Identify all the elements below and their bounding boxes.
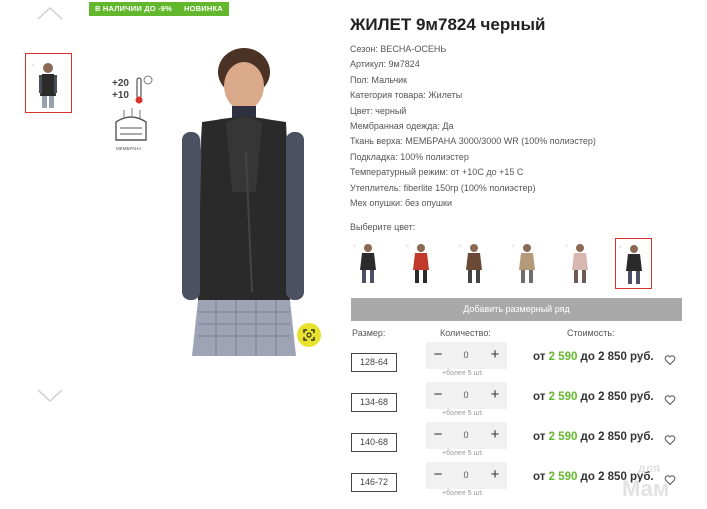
size-label: 134-68 — [351, 393, 397, 412]
svg-text:☼: ☼ — [405, 243, 410, 249]
svg-text:☼: ☼ — [618, 244, 623, 250]
product-property: Ткань верха: МЕМБРАНА 3000/3000 WR (100%… — [350, 136, 596, 147]
minus-icon[interactable]: − — [431, 466, 445, 484]
svg-text:МЕМБРАНА: МЕМБРАНА — [116, 146, 141, 151]
color-swatch-pink-jacket[interactable]: ☼ — [562, 238, 599, 289]
new-badge: НОВИНКА — [178, 2, 229, 16]
price-range: от 2 590 до 2 850 руб. — [533, 431, 654, 443]
product-property: Пол: Мальчик — [350, 74, 408, 85]
product-title: ЖИЛЕТ 9м7824 черный — [350, 15, 546, 34]
svg-text:+20: +20 — [112, 78, 129, 89]
plus-icon[interactable]: + — [488, 346, 502, 364]
product-property: Мембранная одежда: Да — [350, 121, 454, 131]
quantity-stepper[interactable]: −0 + — [426, 422, 507, 449]
product-property: Утеплитель: fiberlite 150гр (100% полиэс… — [350, 182, 536, 193]
temperature-icon: +20 +10 — [112, 75, 153, 104]
product-property: Температурный режим: от +10С до +15 С — [350, 167, 524, 178]
quantity-stepper[interactable]: −0 + — [426, 462, 507, 489]
product-property: Цвет: черный — [350, 105, 407, 116]
favorite-heart-icon[interactable] — [664, 393, 676, 406]
svg-text:для: для — [638, 461, 660, 475]
add-size-row-button[interactable]: Добавить размерный ряд — [351, 298, 682, 321]
gallery-down-arrow-icon[interactable] — [36, 388, 64, 404]
minus-icon[interactable]: − — [431, 386, 445, 404]
watermark-logo: для Мам — [620, 458, 698, 503]
color-swatch-brown-suit[interactable]: ☼ — [456, 238, 493, 289]
size-label: 128-64 — [351, 353, 397, 372]
price-min: 2 590 — [548, 351, 578, 363]
quantity-column-header: Количество: — [440, 328, 491, 338]
product-property: Мех опушки: без опушки — [350, 198, 453, 208]
color-swatch-black-vest-1[interactable]: ☼ — [350, 238, 387, 289]
quantity-value[interactable]: 0 — [456, 426, 476, 444]
color-swatch-black-vest-selected[interactable]: ☼ — [615, 238, 652, 289]
quantity-stepper[interactable]: −0 + — [426, 342, 507, 369]
more-than-5-hint: +более 5 шт. — [442, 370, 484, 377]
product-property: Артикул: 9м7824 — [350, 59, 420, 70]
svg-text:☼: ☼ — [564, 243, 569, 249]
price-column-header: Стоимость: — [567, 328, 615, 338]
gallery-thumbnail[interactable]: ☼ — [25, 53, 72, 113]
svg-text:☼: ☼ — [31, 62, 35, 67]
membrane-icon: МЕМБРАНА — [115, 108, 147, 151]
price-min: 2 590 — [548, 471, 578, 483]
product-property: Категория товара: Жилеты — [350, 90, 463, 101]
more-than-5-hint: +более 5 шт. — [442, 490, 484, 497]
size-column-header: Размер: — [352, 328, 386, 338]
product-property: Подкладка: 100% полиэстер — [350, 151, 469, 162]
quantity-value[interactable]: 0 — [456, 346, 476, 364]
color-swatch-red-jacket[interactable]: ☼ — [403, 238, 440, 289]
stock-badge: В НАЛИЧИИ ДО -9% — [89, 2, 179, 16]
product-property: Сезон: ВЕСНА-ОСЕНЬ — [350, 44, 447, 54]
size-label: 140-68 — [351, 433, 397, 452]
minus-icon[interactable]: − — [431, 426, 445, 444]
more-than-5-hint: +более 5 шт. — [442, 450, 484, 457]
quantity-value[interactable]: 0 — [456, 386, 476, 404]
minus-icon[interactable]: − — [431, 346, 445, 364]
gallery-up-arrow-icon[interactable] — [36, 5, 64, 21]
price-range: от 2 590 до 2 850 руб. — [533, 391, 654, 403]
svg-text:☼: ☼ — [511, 243, 516, 249]
plus-icon[interactable]: + — [488, 466, 502, 484]
svg-text:☼: ☼ — [352, 243, 357, 249]
more-than-5-hint: +более 5 шт. — [442, 410, 484, 417]
price-range: от 2 590 до 2 850 руб. — [533, 351, 654, 363]
svg-text:☼: ☼ — [458, 243, 463, 249]
size-label: 146-72 — [351, 473, 397, 492]
price-min: 2 590 — [548, 391, 578, 403]
quantity-stepper[interactable]: −0 + — [426, 382, 507, 409]
svg-text:Мам: Мам — [622, 476, 669, 500]
favorite-heart-icon[interactable] — [664, 433, 676, 446]
favorite-heart-icon[interactable] — [664, 353, 676, 366]
color-swatch-beige-suit[interactable]: ☼ — [509, 238, 546, 289]
svg-text:+10: +10 — [112, 90, 129, 101]
plus-icon[interactable]: + — [488, 426, 502, 444]
product-image[interactable]: +20 +10 МЕМБРАНА — [106, 42, 334, 356]
plus-icon[interactable]: + — [488, 386, 502, 404]
price-min: 2 590 — [548, 431, 578, 443]
quantity-value[interactable]: 0 — [456, 466, 476, 484]
zoom-icon[interactable] — [297, 323, 321, 347]
color-select-label: Выберите цвет: — [350, 222, 416, 232]
